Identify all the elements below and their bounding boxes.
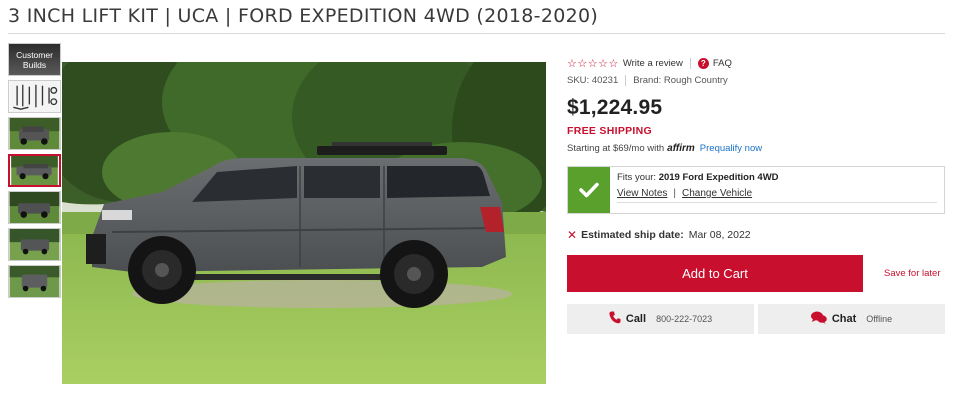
financing-row: Starting at $69/mo with affirm Prequalif… <box>567 143 945 154</box>
fits-label: Fits your: <box>617 172 657 183</box>
fitment-links: View Notes | Change Vehicle <box>617 188 753 199</box>
fits-vehicle: 2019 Ford Expedition 4WD <box>658 172 779 183</box>
call-label: Call <box>625 313 647 325</box>
lifted-suv-photo <box>62 62 546 384</box>
divider <box>689 57 691 69</box>
chat-status: Offline <box>866 314 893 324</box>
vehicle-fitment-box: Fits your: 2019 Ford Expedition 4WD View… <box>567 166 945 214</box>
product-price: $1,224.95 <box>567 96 663 119</box>
parts-image <box>9 81 60 112</box>
truck-photo <box>9 229 60 260</box>
add-to-cart-button[interactable]: Add to Cart <box>567 255 863 292</box>
close-icon: ✕ <box>567 228 578 242</box>
chat-button[interactable]: Chat Offline <box>758 304 945 334</box>
truck-photo <box>9 266 60 297</box>
thumbnail-truck-side[interactable] <box>8 154 61 187</box>
thumbnail-truck-rear-2[interactable] <box>8 265 61 298</box>
sku-brand-row: SKU: 40231 Brand: Rough Country <box>567 75 945 86</box>
change-vehicle-link[interactable]: Change Vehicle <box>682 188 752 199</box>
fitment-divider <box>617 202 937 203</box>
call-button[interactable]: Call 800-222-7023 <box>567 304 754 334</box>
truck-photo <box>11 156 58 185</box>
cart-row: Add to Cart Save for later <box>567 255 945 292</box>
rating-row: ☆☆☆☆☆ Write a review ? FAQ <box>567 55 945 71</box>
thumbnail-strip: Customer Builds <box>8 43 61 302</box>
ship-date-row: ✕ Estimated ship date: Mar 08, 2022 <box>567 228 945 242</box>
free-shipping-badge: FREE SHIPPING <box>567 125 652 137</box>
financing-text: Starting at $69/mo with <box>567 143 665 154</box>
view-notes-link[interactable]: View Notes <box>617 188 667 199</box>
truck-photo <box>9 118 60 149</box>
sku-value: 40231 <box>591 75 619 86</box>
thumbnail-truck-front[interactable] <box>8 117 61 150</box>
chat-label: Chat <box>831 313 857 325</box>
rating-stars-icon[interactable]: ☆☆☆☆☆ <box>567 57 619 70</box>
thumbnail-customer-builds[interactable]: Customer Builds <box>8 43 61 76</box>
affirm-logo: affirm <box>667 143 695 154</box>
title-divider <box>8 33 945 34</box>
page-title: 3 INCH LIFT KIT | UCA | FORD EXPEDITION … <box>8 5 599 27</box>
truck-photo <box>9 192 60 223</box>
prequalify-link[interactable]: Prequalify now <box>700 143 762 154</box>
sku-label: SKU: <box>567 75 590 86</box>
fitment-details: Fits your: 2019 Ford Expedition 4WD View… <box>610 167 944 213</box>
thumbnail-truck-front-2[interactable] <box>8 191 61 224</box>
faq-link[interactable]: FAQ <box>713 58 732 69</box>
thumbnail-truck-rear[interactable] <box>8 228 61 261</box>
write-review-link[interactable]: Write a review <box>623 58 683 69</box>
brand-label: Brand: <box>633 75 662 86</box>
contact-row: Call 800-222-7023 Chat Offline <box>567 304 945 334</box>
product-info-panel: ☆☆☆☆☆ Write a review ? FAQ SKU: 40231 Br… <box>567 55 945 334</box>
thumbnail-parts[interactable] <box>8 80 61 113</box>
save-for-later-link[interactable]: Save for later <box>884 268 941 279</box>
phone-icon <box>609 311 621 327</box>
brand-value: Rough Country <box>663 75 728 86</box>
customer-builds-label: Customer Builds <box>16 50 53 70</box>
phone-number: 800-222-7023 <box>656 314 713 324</box>
checkmark-icon <box>568 167 610 213</box>
divider <box>625 75 627 86</box>
ship-date-label: Estimated ship date: <box>581 229 684 241</box>
ship-date-value: Mar 08, 2022 <box>688 229 751 241</box>
question-icon: ? <box>697 57 709 69</box>
main-product-image[interactable] <box>62 62 546 384</box>
chat-bubbles-icon <box>810 311 827 327</box>
